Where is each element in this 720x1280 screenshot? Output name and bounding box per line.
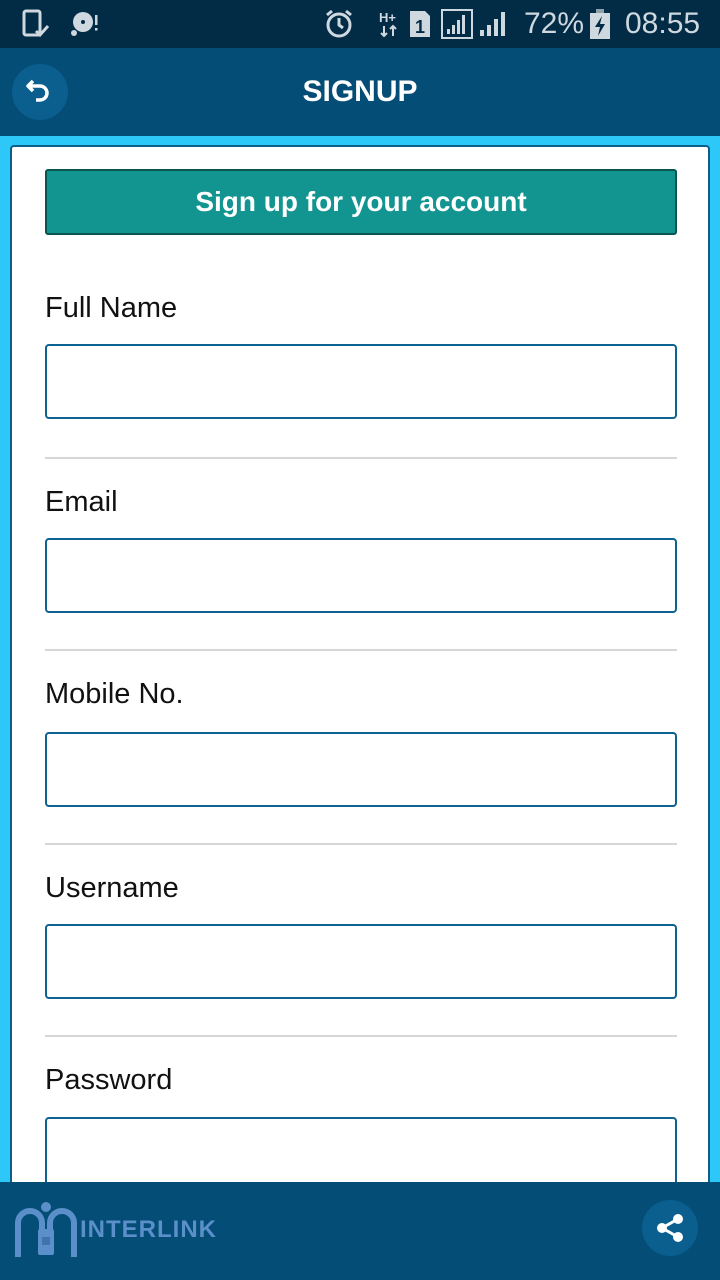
divider (45, 457, 677, 459)
divider (45, 1035, 677, 1037)
disc-alert-icon (70, 0, 100, 48)
logo-text: INTERLINK (80, 1216, 217, 1243)
battery-percent: 72% (524, 7, 585, 40)
undo-arrow-icon (26, 79, 49, 102)
alarm-icon (324, 0, 354, 48)
mobile-no-input[interactable] (45, 732, 677, 807)
username-label: Username (45, 872, 179, 904)
page-title: SIGNUP (302, 75, 418, 108)
signup-banner: Sign up for your account (45, 169, 677, 235)
divider (45, 843, 677, 845)
svg-text:1: 1 (415, 17, 425, 37)
full-name-input[interactable] (45, 344, 677, 419)
app-bar: SIGNUP (0, 48, 720, 136)
password-label: Password (45, 1064, 173, 1096)
device-check-icon (22, 0, 50, 48)
username-input[interactable] (45, 924, 677, 999)
clock: 08:55 (625, 7, 701, 40)
battery-charging-icon (589, 0, 611, 48)
share-icon (657, 1214, 683, 1242)
mobile-no-label: Mobile No. (45, 678, 184, 710)
share-button[interactable] (642, 1200, 698, 1256)
hplus-data-icon: H+ (378, 0, 402, 48)
back-button[interactable] (12, 64, 68, 120)
email-input[interactable] (45, 538, 677, 613)
interlink-logo: INTERLINK (14, 1200, 217, 1260)
signal-sim1-icon (441, 0, 473, 48)
signal-sim2-icon (478, 0, 508, 48)
sim-1-icon: 1 (408, 0, 432, 48)
password-input[interactable] (45, 1117, 677, 1192)
email-label: Email (45, 486, 118, 518)
status-bar: H+ 1 72% 08:55 (0, 0, 720, 48)
full-name-label: Full Name (45, 292, 178, 324)
signup-form-card: Sign up for your account Full Name Email… (10, 145, 710, 1205)
svg-text:H+: H+ (379, 10, 396, 25)
footer-bar: INTERLINK (0, 1182, 720, 1280)
interlink-logo-icon (15, 1202, 77, 1257)
divider (45, 649, 677, 651)
